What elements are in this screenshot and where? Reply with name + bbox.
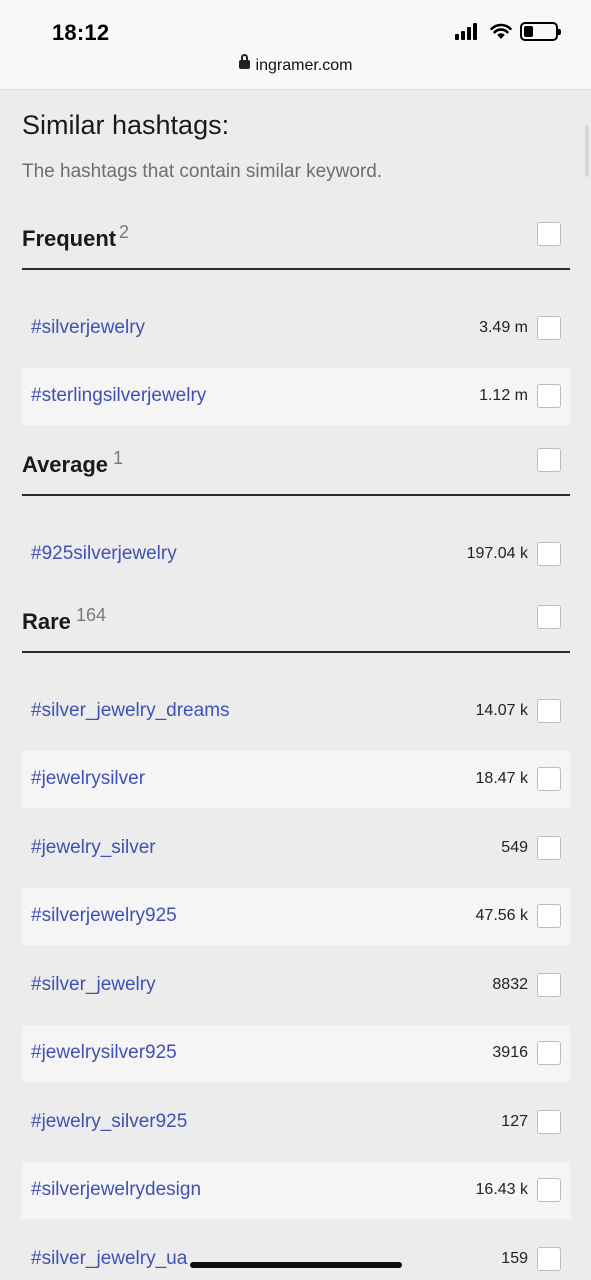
group-name: Average [22, 452, 109, 477]
hashtag-link[interactable]: #925silverjewelry [31, 543, 177, 565]
status-bar: 18:12 ingramer.com [0, 0, 591, 90]
wifi-icon [490, 23, 512, 39]
hashtag-link[interactable]: #jewelrysilver925 [31, 1042, 177, 1064]
hashtag-link[interactable]: #silver_jewelry_dreams [31, 700, 230, 722]
hashtag-checkbox[interactable] [537, 384, 561, 408]
address-bar[interactable]: ingramer.com [0, 54, 591, 75]
hashtag-checkbox[interactable] [537, 1247, 561, 1271]
post-count: 3916 [492, 1044, 528, 1061]
hashtag-checkbox[interactable] [537, 316, 561, 340]
select-all-rare-checkbox[interactable] [537, 605, 561, 629]
post-count: 1.12 m [479, 387, 528, 404]
hashtag-row[interactable]: #925silverjewelry 197.04 k [22, 526, 570, 583]
post-count: 14.07 k [475, 702, 528, 719]
status-time: 18:12 [52, 20, 110, 45]
group-count: 2 [119, 222, 130, 242]
hashtag-row[interactable]: #jewelry_silver925 127 [22, 1094, 570, 1151]
hashtag-row[interactable]: #silver_jewelry_ua 159 [22, 1231, 570, 1280]
group-name: Rare [22, 609, 71, 634]
group-name: Frequent [22, 226, 117, 251]
hashtag-row[interactable]: #silver_jewelry 8832 [22, 957, 570, 1014]
post-count: 18.47 k [475, 770, 528, 787]
hashtag-checkbox[interactable] [537, 767, 561, 791]
post-count: 549 [501, 839, 528, 856]
hashtag-link[interactable]: #jewelry_silver925 [31, 1111, 187, 1133]
scrollbar-thumb[interactable] [585, 125, 589, 177]
url-text: ingramer.com [255, 57, 353, 74]
hashtag-link[interactable]: #silverjewelry925 [31, 905, 177, 927]
cellular-signal-icon [455, 23, 477, 40]
hashtag-checkbox[interactable] [537, 699, 561, 723]
battery-icon [520, 22, 561, 41]
hashtag-row[interactable]: #jewelrysilver 18.47 k [22, 751, 570, 808]
hashtag-row[interactable]: #jewelry_silver 549 [22, 820, 570, 877]
hashtag-row[interactable]: #jewelrysilver925 3916 [22, 1025, 570, 1082]
hashtag-row[interactable]: #silverjewelrydesign 16.43 k [22, 1162, 570, 1219]
hashtag-link[interactable]: #silverjewelry [31, 317, 145, 339]
page-title: Similar hashtags: [22, 110, 230, 140]
hashtag-row[interactable]: #silverjewelry925 47.56 k [22, 888, 570, 945]
post-count: 197.04 k [466, 545, 528, 562]
hashtag-link[interactable]: #jewelry_silver [31, 837, 156, 859]
home-indicator[interactable] [190, 1262, 402, 1268]
hashtag-checkbox[interactable] [537, 542, 561, 566]
hashtag-row[interactable]: #sterlingsilverjewelry 1.12 m [22, 368, 570, 425]
group-count: 164 [76, 605, 107, 625]
select-all-frequent-checkbox[interactable] [537, 222, 561, 246]
hashtag-link[interactable]: #silver_jewelry_ua [31, 1248, 187, 1270]
select-all-average-checkbox[interactable] [537, 448, 561, 472]
group-header-average: Average 1 [22, 434, 570, 496]
hashtag-checkbox[interactable] [537, 904, 561, 928]
group-header-frequent: Frequent 2 [22, 208, 570, 270]
hashtag-link[interactable]: #jewelrysilver [31, 768, 145, 790]
post-count: 127 [501, 1113, 528, 1130]
group-header-rare: Rare 164 [22, 591, 570, 653]
hashtag-checkbox[interactable] [537, 1041, 561, 1065]
hashtag-link[interactable]: #silverjewelrydesign [31, 1179, 201, 1201]
hashtag-checkbox[interactable] [537, 1110, 561, 1134]
hashtag-row[interactable]: #silver_jewelry_dreams 14.07 k [22, 683, 570, 740]
post-count: 3.49 m [479, 319, 528, 336]
hashtag-checkbox[interactable] [537, 1178, 561, 1202]
post-count: 16.43 k [475, 1181, 528, 1198]
hashtag-checkbox[interactable] [537, 836, 561, 860]
hashtag-checkbox[interactable] [537, 973, 561, 997]
post-count: 8832 [492, 976, 528, 993]
lock-icon [238, 54, 250, 70]
hashtag-link[interactable]: #sterlingsilverjewelry [31, 385, 206, 407]
hashtag-link[interactable]: #silver_jewelry [31, 974, 156, 996]
hashtag-row[interactable]: #silverjewelry 3.49 m [22, 300, 570, 357]
page-subtitle: The hashtags that contain similar keywor… [22, 161, 383, 182]
post-count: 47.56 k [475, 907, 528, 924]
group-count: 1 [113, 448, 124, 468]
post-count: 159 [501, 1250, 528, 1267]
